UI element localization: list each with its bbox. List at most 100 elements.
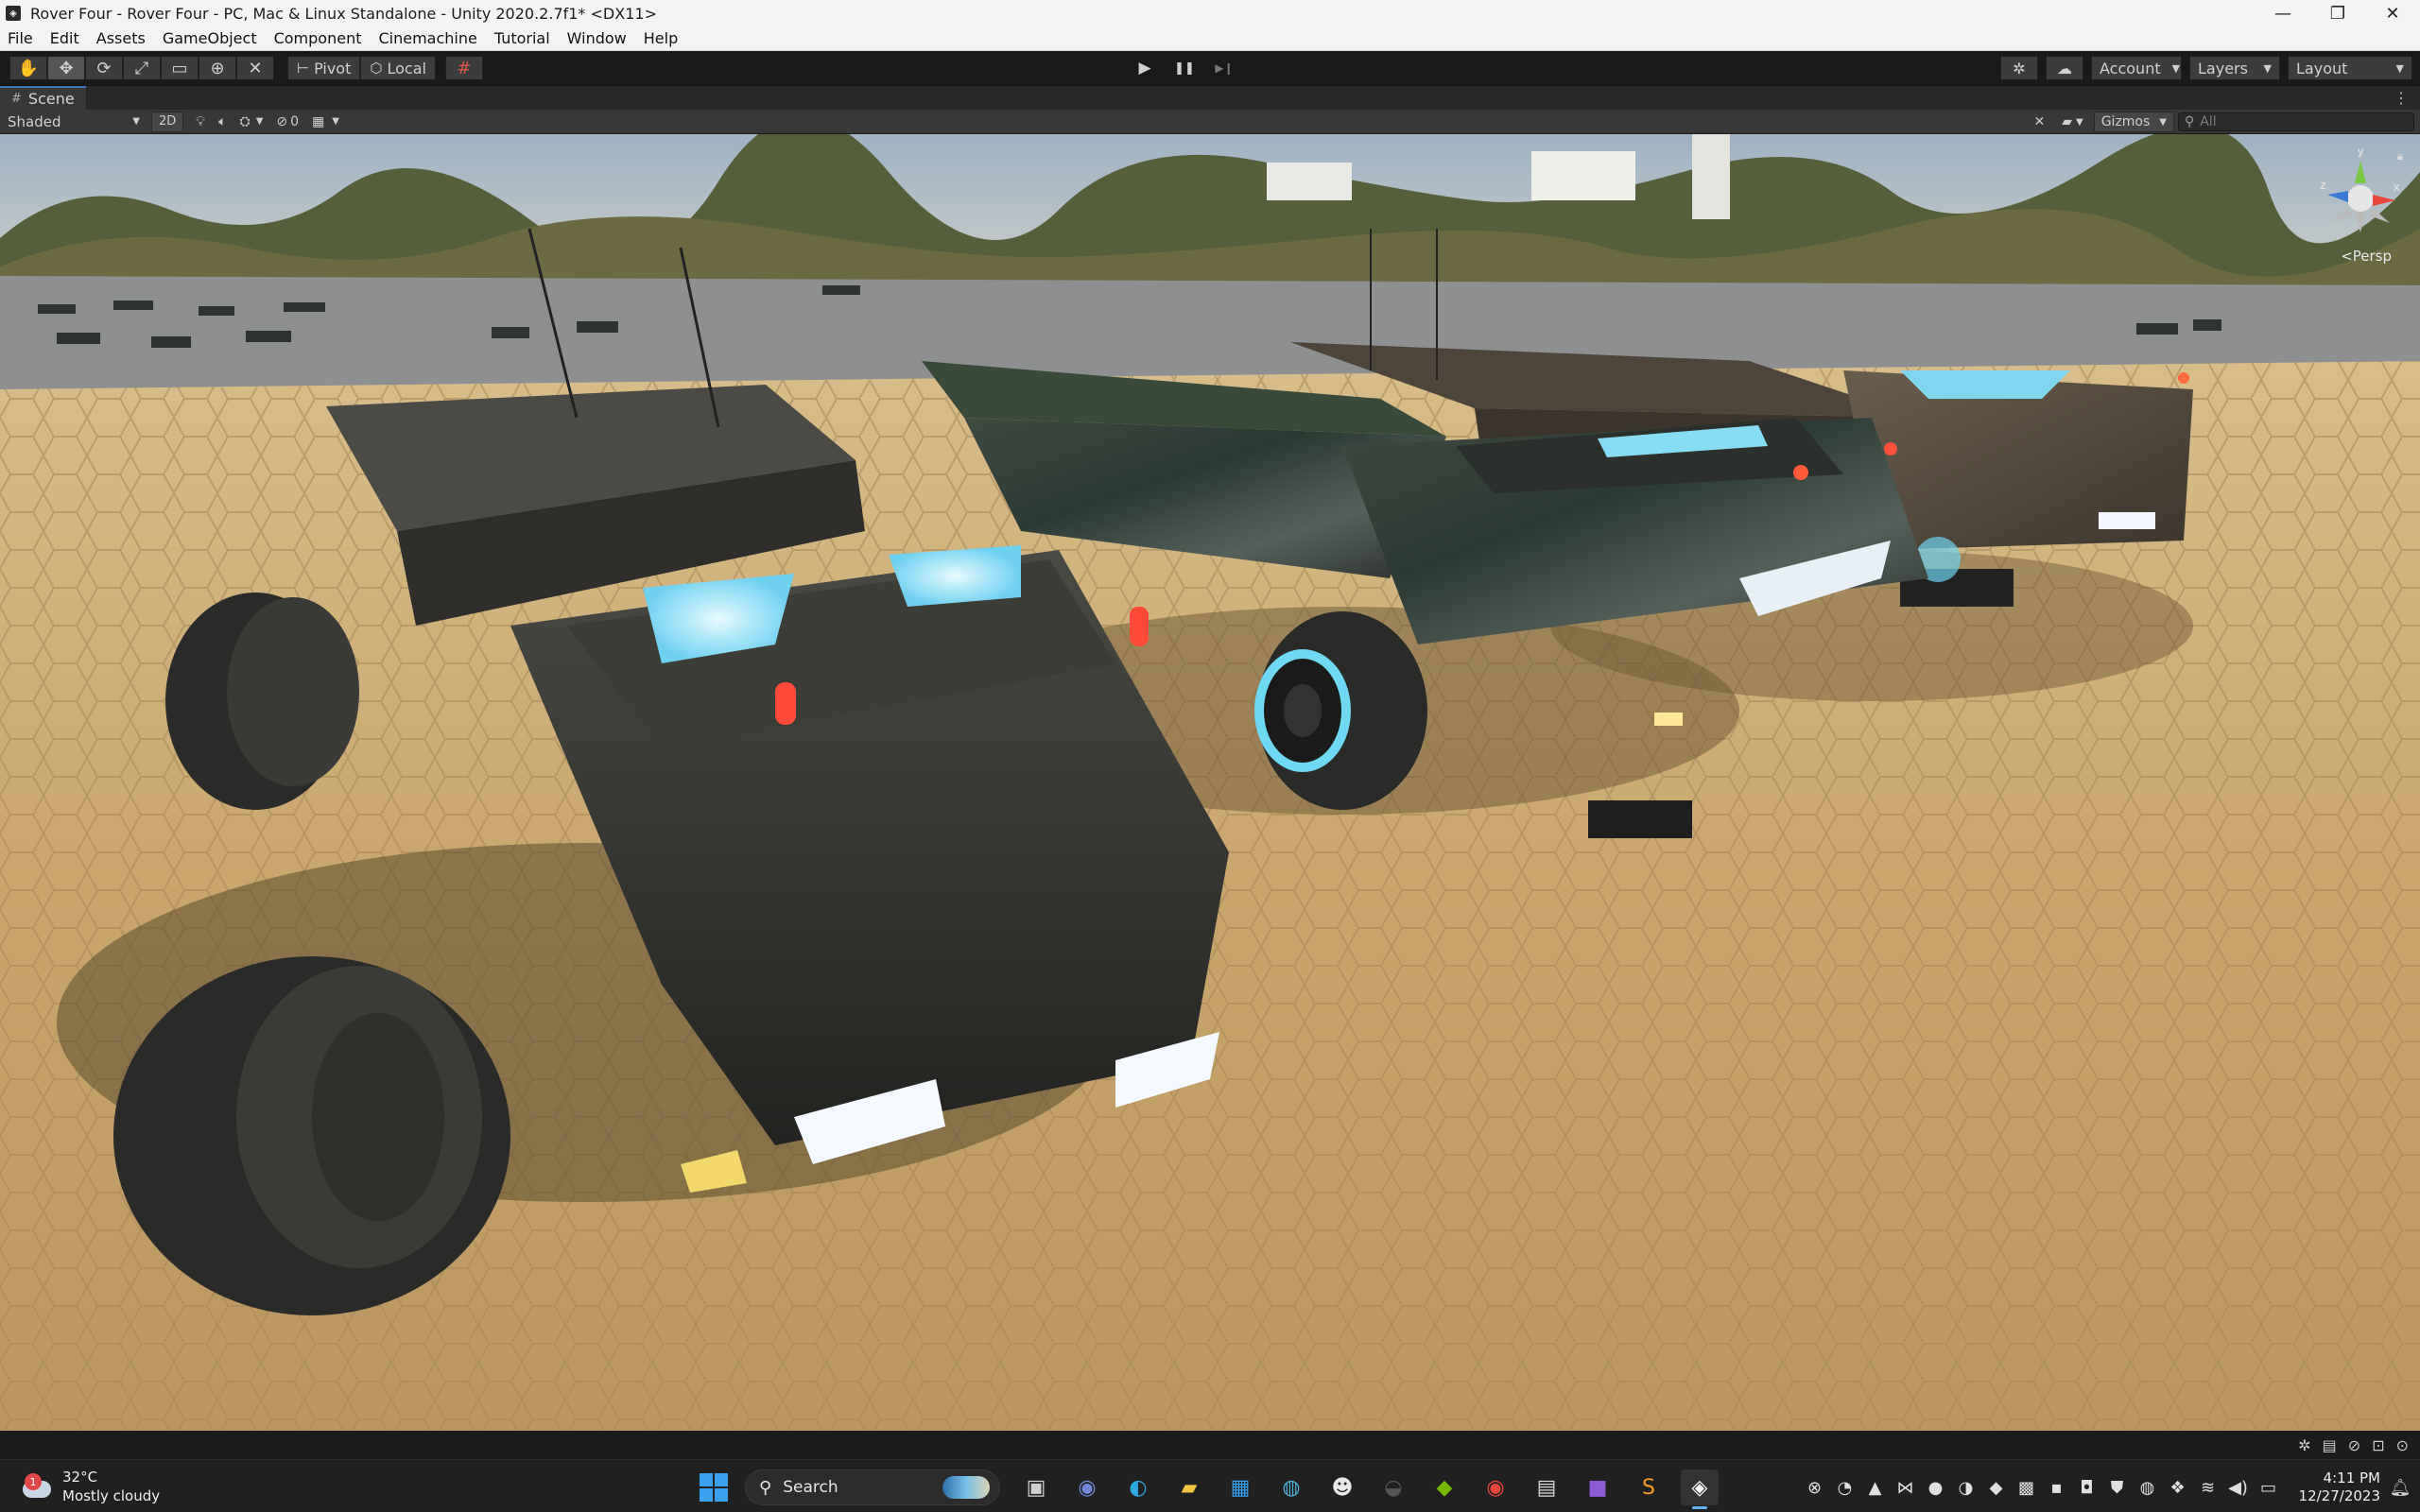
hidden-objects-toggle[interactable]: ⊘ 0 xyxy=(269,112,305,132)
camera-dropdown[interactable]: ▰ ▼ xyxy=(2055,112,2089,132)
account-dropdown[interactable]: Account ▼ xyxy=(2091,56,2182,80)
collab-button[interactable]: ✲ xyxy=(2000,56,2038,80)
scale-tool-button[interactable]: ⤢ xyxy=(123,56,161,80)
menu-edit[interactable]: Edit xyxy=(42,29,88,47)
discord-taskbar-button[interactable]: ◉ xyxy=(1068,1469,1106,1505)
search-highlight-image xyxy=(942,1476,990,1499)
task-view-taskbar-button[interactable]: ▣ xyxy=(1017,1469,1055,1505)
pivot-toggle[interactable]: ⊢ Pivot xyxy=(287,56,361,80)
lightbulb-icon: 💡︎ xyxy=(196,113,206,129)
debug-icon[interactable]: ✲ xyxy=(2298,1436,2310,1454)
tray-app-icon-3[interactable]: ● xyxy=(1921,1470,1951,1504)
progress-icon[interactable]: ⊙ xyxy=(2396,1436,2409,1454)
weather-widget[interactable]: 1 32°C Mostly cloudy xyxy=(21,1468,160,1505)
volume-icon[interactable]: ◀) xyxy=(2223,1470,2254,1504)
menu-cinemachine[interactable]: Cinemachine xyxy=(370,29,485,47)
cloud-button[interactable]: ☁ xyxy=(2046,56,2083,80)
tab-scene[interactable]: # Scene xyxy=(0,85,86,111)
tray-app-icon-4[interactable]: ◑ xyxy=(1951,1470,1981,1504)
effects-icon: ⛭ xyxy=(239,113,251,129)
local-icon: ⬡ xyxy=(370,60,383,77)
dark-app-taskbar-button[interactable]: ◒ xyxy=(1374,1469,1412,1505)
2d-mode-toggle[interactable]: 2D xyxy=(151,111,184,132)
notification-bell-icon[interactable]: 🔔︎ xyxy=(2386,1478,2414,1498)
play-button[interactable]: ▶ xyxy=(1125,56,1165,80)
pivot-group: ⊢ Pivot ⬡ Local xyxy=(287,56,436,80)
chrome-taskbar-button[interactable]: ◉ xyxy=(1477,1469,1514,1505)
gizmo-z-label: z xyxy=(2320,178,2326,192)
xbox-tray-icon[interactable]: ⊗ xyxy=(1800,1470,1830,1504)
start-button[interactable] xyxy=(700,1473,728,1502)
wifi-icon[interactable]: ≋ xyxy=(2193,1470,2223,1504)
local-label: Local xyxy=(387,59,426,77)
close-button[interactable]: ✕ xyxy=(2365,0,2420,26)
lock-icon[interactable]: 🔒︎ xyxy=(2397,149,2403,163)
tray-app-icon-8[interactable]: ◘ xyxy=(2072,1470,2102,1504)
menu-help[interactable]: Help xyxy=(635,29,686,47)
unity-taskbar-button[interactable]: ◈ xyxy=(1681,1469,1719,1509)
tray-app-icon-10[interactable]: ◍ xyxy=(2133,1470,2163,1504)
weather-condition: Mostly cloudy xyxy=(62,1487,161,1504)
step-button[interactable]: ▶❙ xyxy=(1204,56,1244,80)
grid-snap-button[interactable]: # xyxy=(444,56,483,80)
notes-app-taskbar-button[interactable]: ▤ xyxy=(1528,1469,1565,1505)
camera-icon: ▰ xyxy=(2062,114,2072,129)
alien-app-taskbar-button[interactable]: ☻ xyxy=(1323,1469,1361,1505)
tray-app-icon-7[interactable]: ▪ xyxy=(2042,1470,2072,1504)
hand-tool-icon: ✋ xyxy=(17,58,40,78)
effects-dropdown[interactable]: ⛭ ▼ xyxy=(233,112,270,132)
gizmos-dropdown[interactable]: Gizmos ▼ xyxy=(2093,112,2174,132)
move-tool-button[interactable]: ✥ xyxy=(47,56,85,80)
tab-options-icon[interactable]: ⋮ xyxy=(2394,89,2409,107)
hand-tool-button[interactable]: ✋ xyxy=(9,56,47,80)
battery-icon[interactable]: ▭ xyxy=(2254,1470,2284,1504)
browser-taskbar-button[interactable]: ◍ xyxy=(1272,1469,1310,1505)
tray-app-icon-2[interactable]: ▲ xyxy=(1860,1470,1891,1504)
nvidia-taskbar-button[interactable]: ◆ xyxy=(1426,1469,1463,1505)
menu-component[interactable]: Component xyxy=(266,29,371,47)
tray-app-icon-1[interactable]: ◔ xyxy=(1830,1470,1860,1504)
clock[interactable]: 4:11 PM 12/27/2023 xyxy=(2299,1469,2380,1505)
scene-search-input[interactable]: ⚲ All xyxy=(2178,112,2414,131)
edge-taskbar-button[interactable]: ◐ xyxy=(1119,1469,1157,1505)
menu-gameobject[interactable]: GameObject xyxy=(154,29,266,47)
taskbar-search-input[interactable]: ⚲ Search xyxy=(745,1469,1000,1505)
layout-dropdown[interactable]: Layout ▼ xyxy=(2288,56,2412,80)
tools-toggle[interactable]: ✕ xyxy=(2027,112,2051,132)
taskbar-strip: 1 32°C Mostly cloudy ⚲ Search ▣ ◉ ◐ ▰ ▦ ◍ ☻ ◒ ◆ ◉… xyxy=(0,1459,2420,1512)
projection-toggle[interactable]: <Persp xyxy=(2341,248,2392,265)
menu-file[interactable]: File xyxy=(0,29,42,47)
maximize-button[interactable]: ❐ xyxy=(2310,0,2365,26)
minimize-button[interactable]: — xyxy=(2256,0,2310,26)
menu-assets[interactable]: Assets xyxy=(88,29,154,47)
tray-app-icon-5[interactable]: ◆ xyxy=(1981,1470,2012,1504)
custom-tool-button[interactable]: ✕ xyxy=(236,56,274,80)
local-toggle[interactable]: ⬡ Local xyxy=(360,56,436,80)
bake-icon[interactable]: ▤ xyxy=(2323,1436,2337,1454)
scene-viewport[interactable]: y x z 🔒︎ <Persp xyxy=(0,134,2420,1431)
store-taskbar-button[interactable]: ▦ xyxy=(1221,1469,1259,1505)
transform-tool-button[interactable]: ⊕ xyxy=(199,56,236,80)
dropbox-tray-icon[interactable]: ❖ xyxy=(2163,1470,2193,1504)
collab-status-icon[interactable]: ⊡ xyxy=(2372,1436,2384,1454)
chevron-down-icon: ▼ xyxy=(2076,116,2083,128)
purple-app-taskbar-button[interactable]: ■ xyxy=(1579,1469,1616,1505)
menu-window[interactable]: Window xyxy=(559,29,635,47)
tray-app-icon-6[interactable]: ▩ xyxy=(2012,1470,2042,1504)
file-explorer-taskbar-button[interactable]: ▰ xyxy=(1170,1469,1208,1505)
orientation-gizmo[interactable]: y x z 🔒︎ <Persp xyxy=(2318,142,2403,284)
rect-tool-button[interactable]: ▭ xyxy=(161,56,199,80)
sublime-taskbar-button[interactable]: S xyxy=(1630,1469,1668,1505)
menu-tutorial[interactable]: Tutorial xyxy=(486,29,559,47)
rotate-tool-button[interactable]: ⟳ xyxy=(85,56,123,80)
visual-studio-tray-icon[interactable]: ⋈ xyxy=(1891,1470,1921,1504)
lighting-toggle[interactable]: 💡︎ xyxy=(189,112,212,132)
layers-dropdown[interactable]: Layers ▼ xyxy=(2189,56,2280,80)
pause-button[interactable]: ❚❚ xyxy=(1165,56,1204,80)
custom-tool-icon: ✕ xyxy=(248,58,263,78)
grid-dropdown[interactable]: ▦ ▼ xyxy=(305,112,346,132)
tray-app-icon-9[interactable]: ⛊ xyxy=(2102,1470,2133,1504)
shading-mode-dropdown[interactable]: Shaded ▼ xyxy=(4,112,144,132)
network-icon[interactable]: ⊘ xyxy=(2348,1436,2360,1454)
audio-toggle[interactable]: 🔈︎ xyxy=(212,112,233,132)
